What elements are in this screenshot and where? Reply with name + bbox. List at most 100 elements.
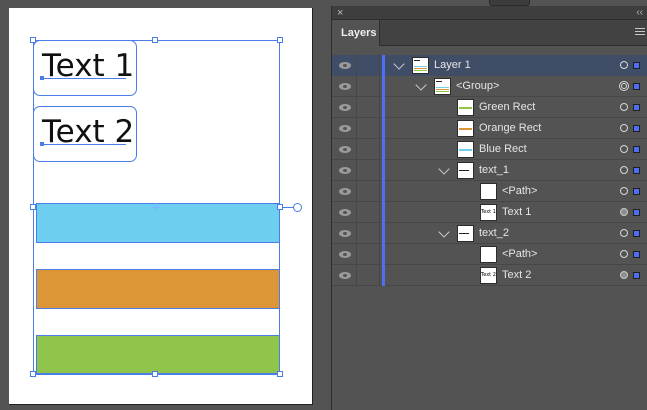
lock-toggle[interactable] [358,265,380,286]
target-circle-icon[interactable] [620,103,628,111]
chevron-down-icon[interactable] [438,163,450,175]
layer-row[interactable]: Green Rect [332,97,647,118]
layer-name[interactable]: Blue Rect [479,139,527,160]
visibility-toggle[interactable] [332,202,357,223]
selection-indicator[interactable] [633,272,640,279]
layer-row[interactable]: Orange Rect [332,118,647,139]
canvas-area[interactable]: Text 1 Text 2 [0,0,331,410]
target-circle-icon[interactable] [620,124,628,132]
target-circle-icon[interactable] [620,187,628,195]
layer-name[interactable]: <Path> [502,181,537,202]
layer-row[interactable]: text_1 [332,160,647,181]
layer-thumbnail [480,183,497,200]
layer-thumbnail [457,225,474,242]
lock-toggle[interactable] [358,55,380,76]
layer-row[interactable]: Layer 1 [332,55,647,76]
selection-indicator[interactable] [633,125,640,132]
visibility-toggle[interactable] [332,244,357,265]
layer-thumbnail [457,120,474,137]
resize-handle-middle-left[interactable] [30,204,36,210]
layer-row[interactable]: <Path> [332,181,647,202]
resize-handle-top-right[interactable] [277,37,283,43]
artboard[interactable]: Text 1 Text 2 [9,8,313,405]
visibility-toggle[interactable] [332,118,357,139]
layer-thumbnail: Text 2 [480,267,497,284]
layer-name[interactable]: <Path> [502,244,537,265]
layer-name[interactable]: Text 1 [502,202,531,223]
target-circle-icon[interactable] [620,145,628,153]
resize-handle-bottom-left[interactable] [30,371,36,377]
layer-row[interactable]: Blue Rect [332,139,647,160]
lock-toggle[interactable] [358,223,380,244]
rotate-handle[interactable] [293,203,302,212]
visibility-toggle[interactable] [332,181,357,202]
layer-row[interactable]: <Group> [332,76,647,97]
chevron-down-icon[interactable] [438,226,450,238]
layer-row[interactable]: text_2 [332,223,647,244]
selection-indicator[interactable] [633,104,640,111]
target-circle-icon[interactable] [619,81,629,91]
lock-toggle[interactable] [358,97,380,118]
layers-list: Layer 1 <Group> Green Rect Orange Rect Blue … [332,55,647,286]
visibility-toggle[interactable] [332,55,357,76]
layer-color-bar [382,223,385,244]
layer-color-bar [382,76,385,97]
selection-indicator[interactable] [633,83,640,90]
chevron-down-icon[interactable] [415,79,427,91]
selection-indicator[interactable] [633,230,640,237]
layer-name[interactable]: text_2 [479,223,509,244]
resize-handle-bottom-center[interactable] [152,371,158,377]
layer-row[interactable]: <Path> [332,244,647,265]
layer-name[interactable]: Text 2 [502,265,531,286]
layer-row[interactable]: Text 2 Text 2 [332,265,647,286]
lock-toggle[interactable] [358,118,380,139]
resize-handle-bottom-right[interactable] [277,371,283,377]
eye-icon [339,83,351,90]
layer-name[interactable]: Layer 1 [434,55,471,76]
target-circle-icon[interactable] [620,271,628,279]
layer-name[interactable]: <Group> [456,76,499,97]
layer-name[interactable]: Green Rect [479,97,535,118]
target-circle-icon[interactable] [620,208,628,216]
layer-thumbnail [457,141,474,158]
selection-indicator[interactable] [633,188,640,195]
close-icon[interactable]: × [337,6,343,20]
tab-layers[interactable]: Layers [332,20,380,46]
lock-toggle[interactable] [358,139,380,160]
collapse-panel-icon[interactable]: ‹‹ [636,6,643,20]
target-circle-icon[interactable] [620,166,628,174]
resize-handle-top-center[interactable] [152,37,158,43]
target-circle-icon[interactable] [620,61,628,69]
layer-row[interactable]: Text 1 Text 1 [332,202,647,223]
selection-indicator[interactable] [633,209,640,216]
layer-thumbnail [434,78,451,95]
layer-thumbnail [480,246,497,263]
eye-icon [339,125,351,132]
visibility-toggle[interactable] [332,265,357,286]
lock-toggle[interactable] [358,244,380,265]
visibility-toggle[interactable] [332,223,357,244]
lock-toggle[interactable] [358,160,380,181]
eye-icon [339,146,351,153]
target-circle-icon[interactable] [620,229,628,237]
selection-indicator[interactable] [633,146,640,153]
layer-thumbnail [412,57,429,74]
lock-toggle[interactable] [358,202,380,223]
lock-toggle[interactable] [358,181,380,202]
visibility-toggle[interactable] [332,139,357,160]
visibility-toggle[interactable] [332,76,357,97]
resize-handle-top-left[interactable] [30,37,36,43]
selection-indicator[interactable] [633,167,640,174]
layer-name[interactable]: text_1 [479,160,509,181]
panel-title-strip: × ‹‹ [332,6,647,20]
selection-indicator[interactable] [633,251,640,258]
lock-toggle[interactable] [358,76,380,97]
visibility-toggle[interactable] [332,97,357,118]
visibility-toggle[interactable] [332,160,357,181]
target-circle-icon[interactable] [620,250,628,258]
layer-color-bar [382,160,385,181]
layer-name[interactable]: Orange Rect [479,118,541,139]
selection-indicator[interactable] [633,62,640,69]
panel-menu-icon[interactable] [635,28,645,37]
chevron-down-icon[interactable] [393,58,405,70]
